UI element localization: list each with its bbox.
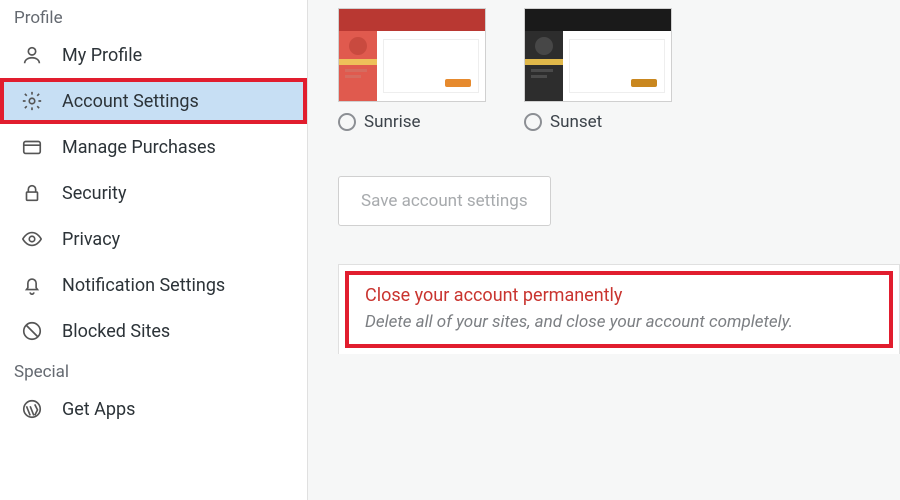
bell-icon [20, 274, 44, 296]
sidebar-item-label: Manage Purchases [62, 137, 216, 158]
theme-option-sunrise[interactable]: Sunrise [338, 8, 488, 132]
sidebar-item-manage-purchases[interactable]: Manage Purchases [0, 124, 307, 170]
radio-icon[interactable] [338, 113, 356, 131]
sidebar-item-my-profile[interactable]: My Profile [0, 32, 307, 78]
sidebar-item-label: Notification Settings [62, 275, 225, 296]
lock-icon [20, 182, 44, 204]
sidebar-item-label: Privacy [62, 229, 120, 250]
sidebar-section-special: Special [0, 354, 307, 386]
save-account-settings-button[interactable]: Save account settings [338, 176, 551, 226]
person-icon [20, 44, 44, 66]
block-icon [20, 320, 44, 342]
sidebar: Profile My Profile Account Settings Mana… [0, 0, 308, 500]
main-content: Sunrise Sunset Save account settings Clo… [308, 0, 900, 500]
close-account-title: Close your account permanently [365, 285, 873, 306]
theme-label-text: Sunset [550, 112, 602, 132]
radio-icon[interactable] [524, 113, 542, 131]
gear-icon [20, 90, 44, 112]
theme-options: Sunrise Sunset [338, 8, 900, 132]
sidebar-item-label: Get Apps [62, 399, 135, 420]
theme-thumbnail-sunset [524, 8, 672, 102]
sidebar-item-security[interactable]: Security [0, 170, 307, 216]
close-account-subtitle: Delete all of your sites, and close your… [365, 312, 873, 332]
sidebar-item-label: My Profile [62, 45, 142, 66]
theme-option-sunset[interactable]: Sunset [524, 8, 674, 132]
sidebar-item-label: Security [62, 183, 126, 204]
sidebar-item-blocked-sites[interactable]: Blocked Sites [0, 308, 307, 354]
sidebar-item-privacy[interactable]: Privacy [0, 216, 307, 262]
theme-label-text: Sunrise [364, 112, 421, 132]
sidebar-item-get-apps[interactable]: Get Apps [0, 386, 307, 432]
eye-icon [20, 228, 44, 250]
wordpress-icon [20, 398, 44, 420]
theme-thumbnail-sunrise [338, 8, 486, 102]
card-icon [20, 136, 44, 158]
sidebar-section-profile: Profile [0, 0, 307, 32]
sidebar-item-label: Blocked Sites [62, 321, 170, 342]
sidebar-item-notification-settings[interactable]: Notification Settings [0, 262, 307, 308]
sidebar-item-account-settings[interactable]: Account Settings [0, 78, 307, 124]
close-account-panel[interactable]: Close your account permanently Delete al… [338, 264, 900, 354]
sidebar-item-label: Account Settings [62, 91, 199, 112]
